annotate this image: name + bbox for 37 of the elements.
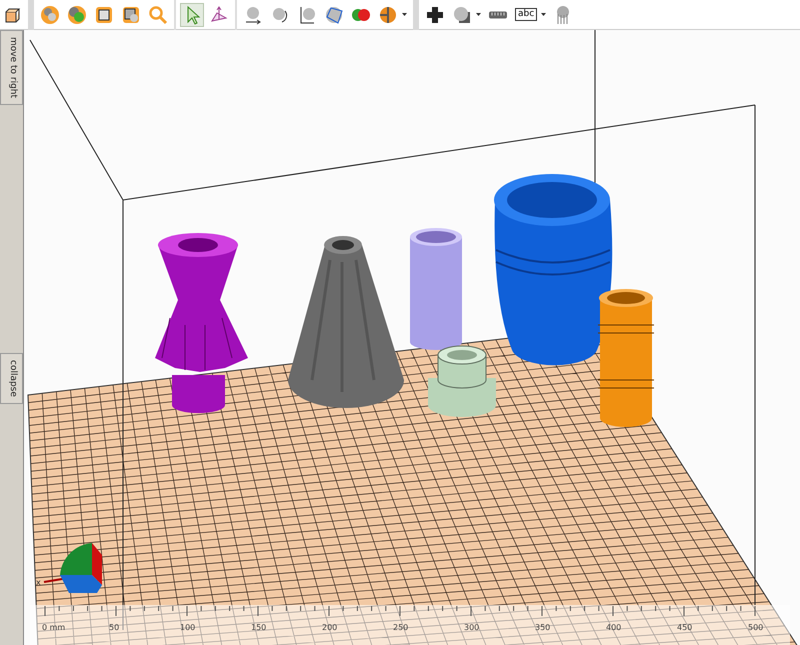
sphere-icon: [378, 4, 398, 24]
search-icon: [148, 4, 168, 24]
ruler-label: 200: [322, 623, 338, 632]
ruler-label: 150: [251, 623, 266, 632]
ruler-label: 100: [180, 623, 196, 632]
sphere-icon: [452, 4, 472, 24]
viewport[interactable]: x 0 mm 50 100 150 200 250 300 350 400 450 500: [24, 30, 800, 645]
sphere-icon: [243, 4, 263, 24]
model-drawing[interactable]: [598, 289, 654, 427]
axis-label: x: [36, 578, 41, 587]
caret-icon: [476, 13, 481, 16]
model-drawing[interactable]: [494, 174, 612, 366]
model-drawing[interactable]: [155, 233, 248, 414]
ruler-label: 300: [464, 623, 480, 632]
frame-icon: [121, 4, 141, 24]
side-tab[interactable]: collapse: [0, 353, 23, 404]
axis-gizmo-drawing: [44, 543, 102, 593]
ruler-label: 500: [748, 623, 764, 632]
ruler-label: 250: [393, 623, 408, 632]
caret-icon: [541, 13, 546, 16]
sphere-icon: [67, 4, 87, 24]
sphere-icon: [324, 4, 344, 24]
spheres-icon: [40, 4, 60, 24]
text-button[interactable]: abc: [513, 2, 548, 26]
model-drawing[interactable]: [288, 236, 404, 408]
ruler-label: 450: [677, 623, 692, 632]
ruler-label: 50: [109, 623, 120, 632]
frame-icon: [94, 4, 114, 24]
ruler-icon: [488, 10, 508, 18]
ruler-label: 0 mm: [42, 623, 66, 632]
ruler-label: 400: [606, 623, 622, 632]
model-drawing[interactable]: [428, 346, 496, 417]
axes-icon: [209, 4, 229, 24]
caret-icon: [402, 13, 407, 16]
plus-icon: [425, 4, 445, 24]
side-tab[interactable]: move to right: [0, 30, 23, 106]
ruler-label: 350: [535, 623, 550, 632]
